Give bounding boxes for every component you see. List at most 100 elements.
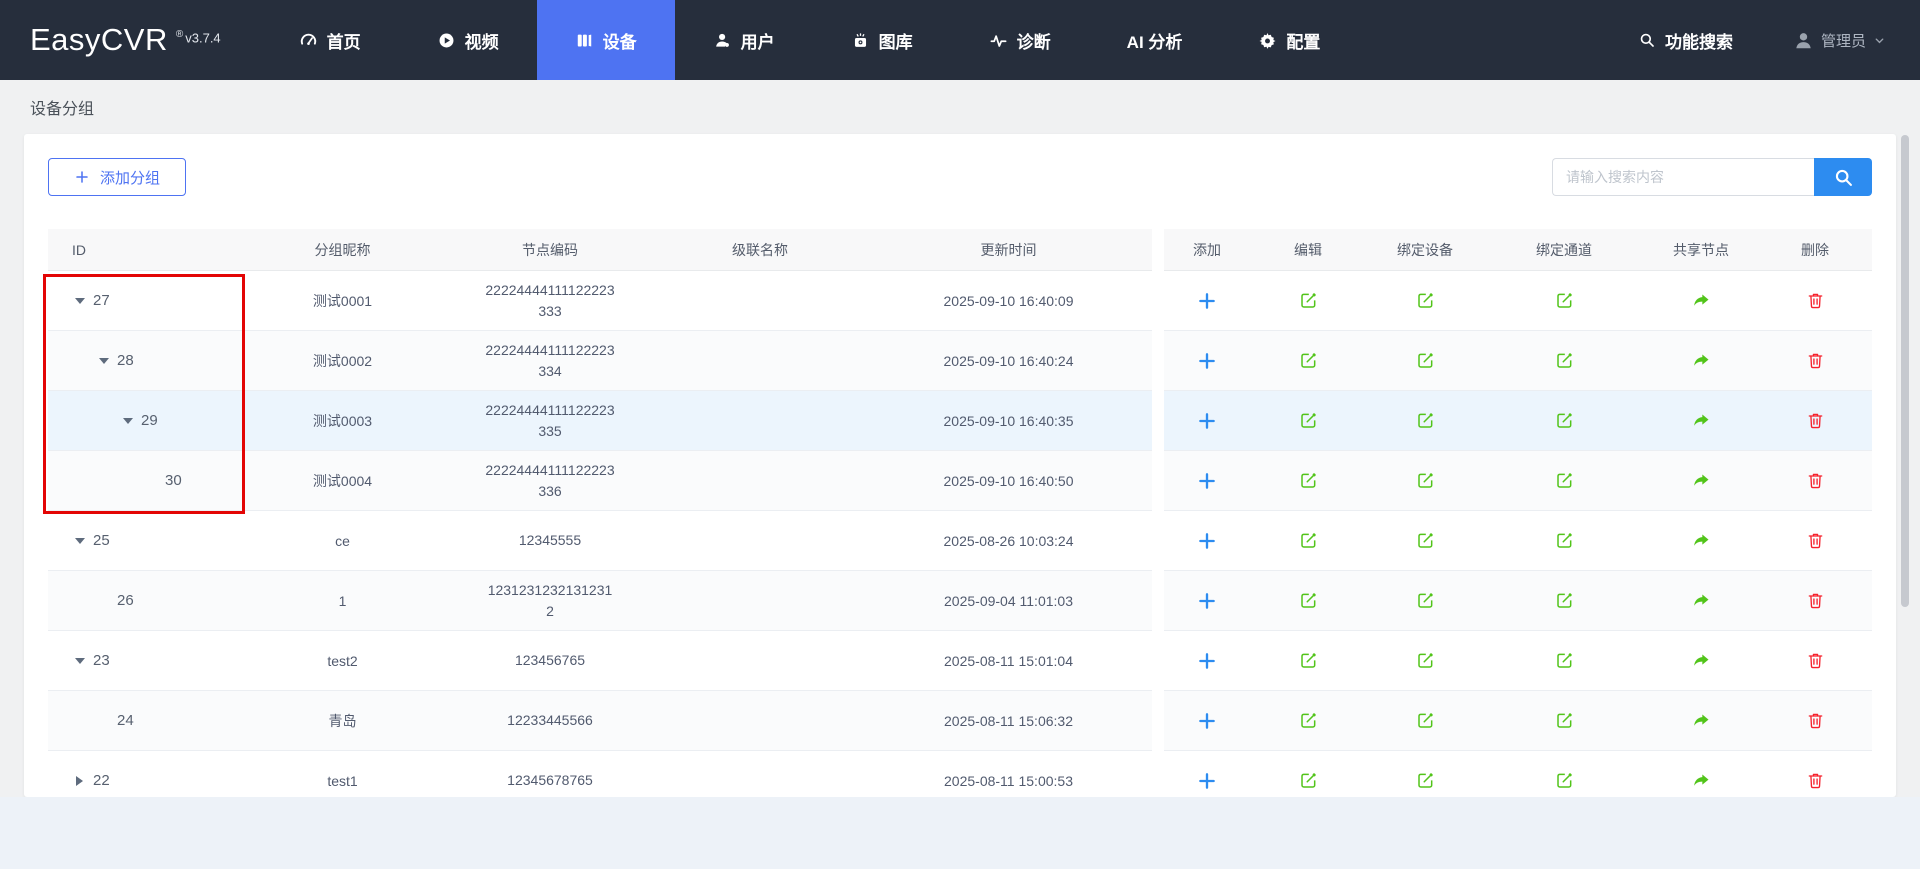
edit-icon[interactable] bbox=[1299, 351, 1318, 370]
bind-channel-icon[interactable] bbox=[1555, 531, 1574, 550]
table-row[interactable]: 24 青岛 12233445566 2025-08-11 15:06:32 bbox=[48, 691, 1152, 751]
app-version: ®v3.7.4 bbox=[176, 29, 221, 45]
bind-device-icon[interactable] bbox=[1416, 591, 1435, 610]
bind-channel-icon[interactable] bbox=[1555, 471, 1574, 490]
bind-channel-icon[interactable] bbox=[1555, 711, 1574, 730]
nav-item-diagnosis[interactable]: 诊断 bbox=[951, 0, 1089, 80]
add-child-icon[interactable] bbox=[1197, 411, 1217, 431]
share-node-icon[interactable] bbox=[1691, 771, 1711, 791]
delete-icon[interactable] bbox=[1806, 591, 1825, 610]
bind-channel-icon[interactable] bbox=[1555, 651, 1574, 670]
cell-updated-time: 2025-09-10 16:40:50 bbox=[865, 451, 1152, 510]
expand-caret[interactable] bbox=[72, 654, 87, 668]
table-row[interactable]: 29 测试0003 22224444111122223335 2025-09-1… bbox=[48, 391, 1152, 451]
add-child-icon[interactable] bbox=[1197, 471, 1217, 491]
bind-device-icon[interactable] bbox=[1416, 771, 1435, 790]
edit-icon[interactable] bbox=[1299, 591, 1318, 610]
bind-device-icon[interactable] bbox=[1416, 471, 1435, 490]
table-row[interactable]: 28 测试0002 22224444111122223334 2025-09-1… bbox=[48, 331, 1152, 391]
function-search[interactable]: 功能搜索 bbox=[1638, 28, 1733, 53]
delete-icon[interactable] bbox=[1806, 531, 1825, 550]
nav-item-video[interactable]: 视频 bbox=[399, 0, 537, 80]
device-icon bbox=[575, 31, 594, 50]
table-row[interactable]: 30 测试0004 22224444111122223336 2025-09-1… bbox=[48, 451, 1152, 511]
table-row[interactable]: 25 ce 12345555 2025-08-26 10:03:24 bbox=[48, 511, 1152, 571]
add-child-icon[interactable] bbox=[1197, 531, 1217, 551]
bind-device-icon[interactable] bbox=[1416, 651, 1435, 670]
bind-channel-icon[interactable] bbox=[1555, 351, 1574, 370]
expand-caret[interactable] bbox=[144, 474, 159, 488]
delete-icon[interactable] bbox=[1806, 771, 1825, 790]
col-header-edit: 编辑 bbox=[1250, 229, 1366, 270]
share-node-icon[interactable] bbox=[1691, 591, 1711, 611]
nav-item-config[interactable]: 配置 bbox=[1220, 0, 1358, 80]
group-id: 30 bbox=[165, 472, 182, 489]
share-node-icon[interactable] bbox=[1691, 531, 1711, 551]
cell-node-code: 22224444111122223336 bbox=[445, 451, 655, 510]
add-child-icon[interactable] bbox=[1197, 591, 1217, 611]
group-id: 29 bbox=[141, 412, 158, 429]
bind-device-icon[interactable] bbox=[1416, 291, 1435, 310]
edit-icon[interactable] bbox=[1299, 291, 1318, 310]
nav-item-ai-analysis[interactable]: AI 分析 bbox=[1089, 0, 1221, 80]
cell-group-name: 测试0004 bbox=[240, 451, 445, 510]
edit-icon[interactable] bbox=[1299, 711, 1318, 730]
add-child-icon[interactable] bbox=[1197, 711, 1217, 731]
share-node-icon[interactable] bbox=[1691, 651, 1711, 671]
user-menu[interactable]: 管理员 bbox=[1793, 30, 1886, 51]
edit-icon[interactable] bbox=[1299, 471, 1318, 490]
nav-item-device[interactable]: 设备 bbox=[537, 0, 675, 80]
search-button[interactable] bbox=[1814, 158, 1872, 196]
nav-item-user[interactable]: 用户 bbox=[675, 0, 813, 80]
edit-icon[interactable] bbox=[1299, 411, 1318, 430]
share-node-icon[interactable] bbox=[1691, 411, 1711, 431]
bind-device-icon[interactable] bbox=[1416, 351, 1435, 370]
table-row[interactable]: 26 1 12312312321312312 2025-09-04 11:01:… bbox=[48, 571, 1152, 631]
bind-device-icon[interactable] bbox=[1416, 411, 1435, 430]
bind-channel-icon[interactable] bbox=[1555, 291, 1574, 310]
cell-group-name: ce bbox=[240, 511, 445, 570]
add-child-icon[interactable] bbox=[1197, 651, 1217, 671]
table-row[interactable]: 23 test2 123456765 2025-08-11 15:01:04 bbox=[48, 631, 1152, 691]
table-section-main: ID 分组昵称 节点编码 级联名称 更新时间 27 测试0001 2222444… bbox=[48, 229, 1152, 797]
delete-icon[interactable] bbox=[1806, 351, 1825, 370]
delete-icon[interactable] bbox=[1806, 471, 1825, 490]
share-node-icon[interactable] bbox=[1691, 471, 1711, 491]
delete-icon[interactable] bbox=[1806, 291, 1825, 310]
expand-caret[interactable] bbox=[96, 354, 111, 368]
add-child-icon[interactable] bbox=[1197, 351, 1217, 371]
expand-caret[interactable] bbox=[72, 534, 87, 548]
expand-caret[interactable] bbox=[96, 714, 111, 728]
add-child-icon[interactable] bbox=[1197, 771, 1217, 791]
delete-icon[interactable] bbox=[1806, 651, 1825, 670]
edit-icon[interactable] bbox=[1299, 531, 1318, 550]
edit-icon[interactable] bbox=[1299, 651, 1318, 670]
search-input[interactable] bbox=[1552, 158, 1814, 196]
cell-cascade-name bbox=[655, 751, 865, 797]
delete-icon[interactable] bbox=[1806, 711, 1825, 730]
expand-caret[interactable] bbox=[72, 294, 87, 308]
table-row[interactable]: 22 test1 12345678765 2025-08-11 15:00:53 bbox=[48, 751, 1152, 797]
navbar-right: 功能搜索 管理员 bbox=[1638, 0, 1920, 80]
search-group bbox=[1552, 158, 1872, 196]
share-node-icon[interactable] bbox=[1691, 351, 1711, 371]
bind-channel-icon[interactable] bbox=[1555, 591, 1574, 610]
table-row[interactable]: 27 测试0001 22224444111122223333 2025-09-1… bbox=[48, 271, 1152, 331]
nav-item-gallery[interactable]: 图库 bbox=[813, 0, 951, 80]
expand-caret[interactable] bbox=[72, 774, 87, 788]
add-child-icon[interactable] bbox=[1197, 291, 1217, 311]
nav-item-home[interactable]: 首页 bbox=[261, 0, 399, 80]
col-header-add: 添加 bbox=[1164, 229, 1250, 270]
bind-device-icon[interactable] bbox=[1416, 711, 1435, 730]
bind-device-icon[interactable] bbox=[1416, 531, 1435, 550]
expand-caret[interactable] bbox=[120, 414, 135, 428]
page-scrollbar-thumb[interactable] bbox=[1901, 135, 1909, 607]
expand-caret[interactable] bbox=[96, 594, 111, 608]
bind-channel-icon[interactable] bbox=[1555, 411, 1574, 430]
share-node-icon[interactable] bbox=[1691, 711, 1711, 731]
add-group-button[interactable]: 添加分组 bbox=[48, 158, 186, 196]
edit-icon[interactable] bbox=[1299, 771, 1318, 790]
delete-icon[interactable] bbox=[1806, 411, 1825, 430]
share-node-icon[interactable] bbox=[1691, 291, 1711, 311]
bind-channel-icon[interactable] bbox=[1555, 771, 1574, 790]
